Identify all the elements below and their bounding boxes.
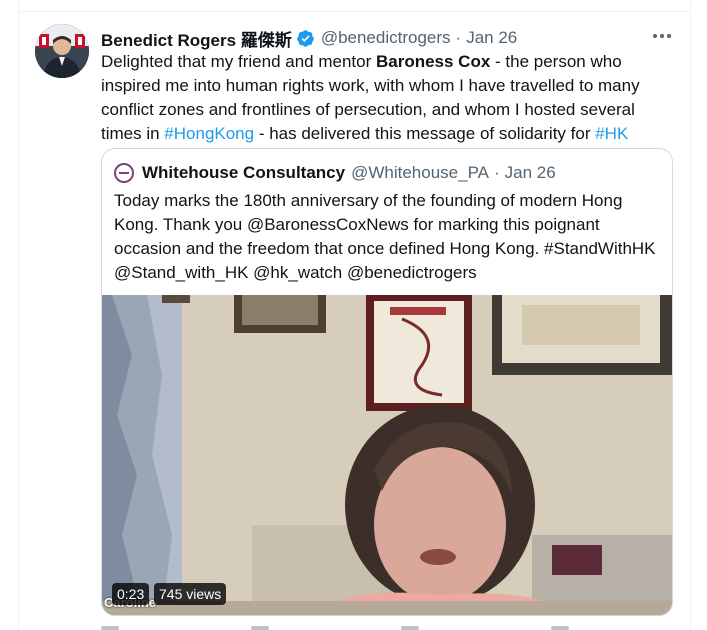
author-handle[interactable]: @benedictrogers: [321, 28, 451, 48]
timeline-border-right: [690, 0, 691, 630]
author-avatar[interactable]: [35, 24, 89, 78]
video-player[interactable]: Caroline 0:23 745 views: [102, 295, 672, 615]
mention-baroness-cox: Baroness Cox: [375, 52, 491, 71]
tweet-action-bar-partial: [101, 624, 621, 630]
tweet-text-part: Delighted that my friend and mentor: [101, 52, 376, 71]
tweet-header: Benedict Rogers 羅傑斯 @benedictrogers · Ja…: [101, 26, 517, 50]
retweet-icon[interactable]: [251, 626, 269, 630]
hashtag-hk-link[interactable]: #HK: [595, 124, 628, 143]
tweet-date[interactable]: Jan 26: [466, 28, 517, 48]
tweet-text-part: - has delivered this message of solidari…: [254, 124, 596, 143]
share-icon[interactable]: [551, 626, 569, 630]
quoted-tweet-header: Whitehouse Consultancy @Whitehouse_PA · …: [114, 161, 556, 185]
video-duration-badge: 0:23: [112, 583, 150, 605]
quoted-tweet-card[interactable]: Whitehouse Consultancy @Whitehouse_PA · …: [101, 148, 673, 616]
video-frame-image: [102, 295, 672, 615]
author-display-name[interactable]: Benedict Rogers 羅傑斯: [101, 26, 292, 51]
quoted-tweet-text: Today marks the 180th anniversary of the…: [114, 191, 656, 282]
video-views-badge: 745 views: [154, 583, 227, 605]
timeline-border-left: [18, 0, 19, 630]
reply-icon[interactable]: [101, 626, 119, 630]
tweet-text: Delighted that my friend and mentor Baro…: [101, 50, 671, 146]
tweet-divider-top: [18, 11, 691, 12]
quoted-header-separator: ·: [493, 163, 500, 182]
header-separator: ·: [455, 28, 462, 47]
hashtag-hongkong-link[interactable]: #HongKong: [164, 124, 254, 143]
quoted-author-avatar[interactable]: [114, 163, 134, 183]
quoted-tweet-date[interactable]: Jan 26: [505, 163, 556, 183]
like-icon[interactable]: [401, 626, 419, 630]
more-options-icon[interactable]: [650, 24, 674, 48]
verified-badge-icon: [296, 29, 315, 48]
quoted-author-handle[interactable]: @Whitehouse_PA: [351, 163, 489, 183]
quoted-author-display-name[interactable]: Whitehouse Consultancy: [142, 163, 345, 183]
